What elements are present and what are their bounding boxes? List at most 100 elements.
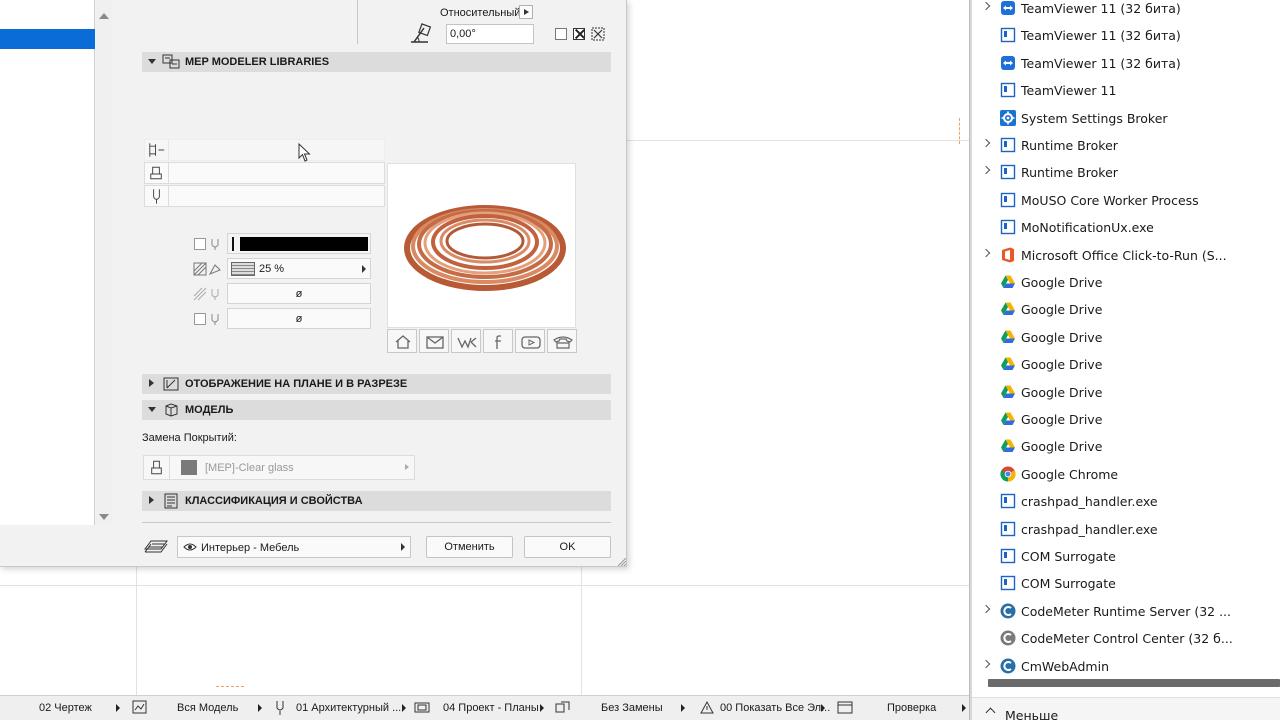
mirror-y-icon[interactable]	[591, 27, 605, 41]
phone-icon[interactable]	[547, 329, 577, 353]
fewer-details-button[interactable]: Меньше	[972, 697, 1280, 720]
process-row[interactable]: TeamViewer 11	[972, 76, 1280, 103]
rotation-angle-input[interactable]: 0,00°	[446, 24, 534, 44]
relative-menu-button[interactable]	[519, 5, 533, 19]
chevron-right-icon[interactable]	[981, 659, 991, 668]
process-row[interactable]: MoUSO Core Worker Process	[972, 186, 1280, 213]
process-row[interactable]: CmWebAdmin	[972, 652, 1280, 679]
statusbar-graphic-override[interactable]: Без Замены	[553, 696, 691, 720]
resize-grip-icon[interactable]	[618, 558, 626, 566]
contour-pen-checkbox[interactable]	[194, 238, 206, 250]
task-manager-process-list[interactable]: TeamViewer 11 (32 бита) TeamViewer 11 (32…	[972, 0, 1280, 720]
process-name: TeamViewer 11	[1021, 83, 1117, 99]
object-settings-dialog: Относительный 0,00° MEP MODELER LIBRARIE…	[0, 0, 627, 567]
mep-library-icon	[162, 54, 180, 69]
library-tree-scrollbar[interactable]	[96, 0, 112, 525]
chevron-right-icon[interactable]	[981, 138, 991, 148]
statusbar-check[interactable]: Проверка	[835, 696, 970, 720]
library-tree-selected-item[interactable]	[0, 29, 95, 49]
process-row[interactable]: Google Drive	[972, 378, 1280, 405]
process-row[interactable]: MoNotificationUx.exe	[972, 213, 1280, 240]
mep-connection-row[interactable]	[144, 139, 385, 161]
library-tree[interactable]	[0, 0, 95, 525]
statusbar-drawing[interactable]: 02 Чертеж	[0, 696, 125, 720]
process-row[interactable]: Google Drive	[972, 323, 1280, 350]
chevron-right-icon[interactable]	[981, 604, 991, 614]
process-name: TeamViewer 11 (32 бита)	[1021, 1, 1181, 16]
renovation-icon	[700, 700, 714, 714]
google-drive-icon	[1000, 356, 1016, 372]
pen-icon	[153, 186, 169, 206]
mirror-checkbox[interactable]	[555, 28, 567, 40]
mail-icon[interactable]	[419, 329, 449, 353]
pen-color-swatch	[240, 237, 368, 251]
process-row[interactable]: Google Drive	[972, 295, 1280, 322]
override-pen-field[interactable]: ø	[227, 308, 371, 329]
process-row[interactable]: Runtime Broker	[972, 131, 1280, 158]
ok-button[interactable]: OK	[524, 536, 611, 558]
process-row[interactable]: System Settings Broker	[972, 104, 1280, 131]
process-row[interactable]: crashpad_handler.exe	[972, 515, 1280, 542]
process-row[interactable]: CodeMeter Runtime Server (32 ...	[972, 597, 1280, 624]
process-name: Google Drive	[1021, 357, 1103, 373]
process-row[interactable]: Google Drive	[972, 405, 1280, 432]
app-window-icon	[1000, 521, 1016, 537]
process-row[interactable]: Google Drive	[972, 350, 1280, 377]
app-window-icon	[1000, 164, 1016, 180]
facebook-icon[interactable]	[483, 329, 513, 353]
mirror-x-checkbox[interactable]	[573, 28, 585, 40]
empty-value: ø	[295, 288, 303, 300]
statusbar-model-view[interactable]: Вся Модель	[130, 696, 265, 720]
process-row[interactable]: COM Surrogate	[972, 569, 1280, 596]
expand-triangle-icon	[149, 379, 154, 387]
horizontal-scrollbar[interactable]	[988, 679, 1280, 687]
model-view-icon	[132, 700, 147, 714]
divider	[357, 0, 358, 44]
check-window-icon	[837, 701, 853, 714]
process-row[interactable]: crashpad_handler.exe	[972, 487, 1280, 514]
app-window-icon	[1000, 219, 1016, 235]
scroll-up-arrow-icon[interactable]	[99, 13, 109, 19]
process-name: crashpad_handler.exe	[1021, 494, 1158, 510]
statusbar-renovation-filter[interactable]: 00 Показать Все Эл...	[695, 696, 830, 720]
mep-system-row[interactable]	[144, 162, 385, 184]
process-row[interactable]: COM Surrogate	[972, 542, 1280, 569]
section-plan-and-section[interactable]: ОТОБРАЖЕНИЕ НА ПЛАНЕ И В РАЗРЕЗЕ	[142, 374, 611, 394]
chevron-right-icon[interactable]	[981, 248, 991, 257]
layer-select[interactable]: Интерьер - Мебель	[177, 536, 411, 558]
override-icon	[555, 701, 570, 713]
section-mep-libraries[interactable]: MEP MODELER LIBRARIES	[142, 52, 611, 72]
statusbar-pen-set[interactable]: 01 Архитектурный ...	[270, 696, 410, 720]
statusbar-layer-combination[interactable]: 04 Проект - Планы	[412, 696, 550, 720]
override-checkbox[interactable]	[194, 313, 206, 325]
youtube-icon[interactable]	[515, 329, 545, 353]
surface-override-select[interactable]: [MEP]-Clear glass	[143, 455, 415, 480]
canvas-marker	[959, 118, 960, 144]
process-row[interactable]: Microsoft Office Click-to-Run (S...	[972, 241, 1280, 268]
mep-pen-row[interactable]	[144, 185, 385, 207]
process-row[interactable]: Runtime Broker	[972, 158, 1280, 185]
process-row[interactable]: TeamViewer 11 (32 бита)	[972, 21, 1280, 48]
process-row[interactable]: Google Drive	[972, 432, 1280, 459]
section-classification[interactable]: КЛАССИФИКАЦИЯ И СВОЙСТВА	[142, 491, 611, 511]
vk-icon[interactable]	[451, 329, 481, 353]
office-icon	[1000, 247, 1016, 263]
chevron-right-icon[interactable]	[981, 1, 991, 11]
chevron-right-icon[interactable]	[981, 166, 991, 175]
fill-percent-field[interactable]: 25 %	[227, 258, 371, 279]
section-model[interactable]: МОДЕЛЬ	[142, 400, 611, 420]
cancel-button[interactable]: Отменить	[426, 536, 513, 558]
scroll-down-arrow-icon[interactable]	[99, 514, 109, 520]
process-row[interactable]: Google Drive	[972, 268, 1280, 295]
brush-icon	[150, 163, 169, 183]
relative-label: Относительный	[440, 7, 521, 19]
contour-pen-field[interactable]	[227, 233, 371, 254]
process-row[interactable]: TeamViewer 11 (32 бита)	[972, 0, 1280, 21]
process-name: TeamViewer 11 (32 бита)	[1021, 28, 1181, 44]
process-row[interactable]: Google Chrome	[972, 460, 1280, 487]
process-row[interactable]: CodeMeter Control Center (32 б...	[972, 624, 1280, 651]
fill-pattern-swatch	[231, 262, 255, 276]
home-icon[interactable]	[387, 329, 417, 353]
process-row[interactable]: TeamViewer 11 (32 бита)	[972, 49, 1280, 76]
background-pen-field[interactable]: ø	[227, 283, 371, 304]
